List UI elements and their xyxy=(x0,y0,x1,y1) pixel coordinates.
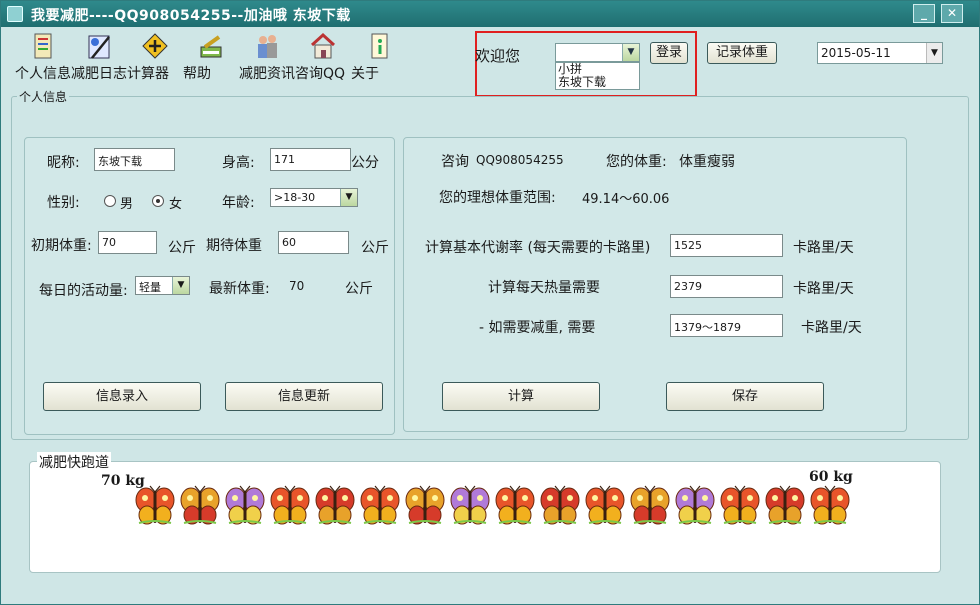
initial-weight-label: 初期体重: xyxy=(31,238,92,254)
enter-info-button[interactable]: 信息录入 xyxy=(43,382,201,411)
height-unit: 公分 xyxy=(351,155,379,171)
chevron-down-icon[interactable]: ▼ xyxy=(622,44,639,61)
login-button[interactable]: 登录 xyxy=(650,42,688,64)
latest-weight-unit: 公斤 xyxy=(345,281,373,297)
chevron-down-icon[interactable]: ▼ xyxy=(172,277,189,294)
target-weight-label: 期待体重 xyxy=(206,238,262,254)
save-button[interactable]: 保存 xyxy=(666,382,824,411)
record-weight-button[interactable]: 记录体重 xyxy=(707,42,777,64)
toolbar-diary[interactable]: 减肥日志 xyxy=(71,31,127,82)
latest-weight-value: 70 xyxy=(289,279,305,293)
user-select[interactable]: ▼ xyxy=(555,43,640,62)
track-title: 减肥快跑道 xyxy=(37,452,111,472)
butterfly-icon xyxy=(630,485,670,525)
target-weight-input[interactable]: 60 xyxy=(278,231,349,254)
butterfly-icon xyxy=(765,485,805,525)
consult-label: 咨询 xyxy=(441,154,469,170)
butterfly-icon xyxy=(495,485,535,525)
user-option[interactable]: 东坡下载 xyxy=(558,76,639,89)
height-input[interactable]: 171 xyxy=(270,148,351,171)
diary-icon xyxy=(88,35,110,59)
butterfly-icon xyxy=(810,485,850,525)
help-icon xyxy=(200,35,222,58)
butterfly-icon xyxy=(315,485,355,525)
calculator-icon xyxy=(142,33,168,59)
date-picker[interactable]: 2015-05-11 ▼ xyxy=(817,42,943,64)
butterfly-icon xyxy=(360,485,400,525)
about-icon xyxy=(371,33,388,59)
calculate-button[interactable]: 计算 xyxy=(442,382,600,411)
daily-need-label: 计算每天热量需要 xyxy=(488,280,600,296)
app-icon xyxy=(7,6,23,22)
house-icon xyxy=(310,32,336,59)
age-label: 年龄: xyxy=(222,195,255,211)
bmr-input[interactable]: 1525 xyxy=(670,234,783,257)
news-icon xyxy=(258,35,277,58)
main-window: 我要减肥----QQ908054255--加油哦 东坡下载 _ ✕ 个人信息 减… xyxy=(0,0,980,605)
gender-male-radio[interactable] xyxy=(104,195,116,207)
daily-need-unit: 卡路里/天 xyxy=(793,281,854,297)
bmr-unit: 卡路里/天 xyxy=(793,240,854,256)
toolbar-consult-qq[interactable]: 咨询QQ xyxy=(295,31,351,82)
close-button[interactable]: ✕ xyxy=(941,4,963,23)
bmr-label: 计算基本代谢率 (每天需要的卡路里) xyxy=(425,240,651,256)
toolbar-news[interactable]: 减肥资讯 xyxy=(239,31,295,82)
height-label: 身高: xyxy=(222,155,255,171)
butterfly-icon xyxy=(180,485,220,525)
butterfly-icon xyxy=(585,485,625,525)
personal-info-icon xyxy=(34,33,52,59)
lose-weight-label: - 如需要减重, 需要 xyxy=(479,320,596,336)
butterfly-icon xyxy=(135,485,175,525)
gender-label: 性别: xyxy=(47,195,80,211)
toolbar-personal-info[interactable]: 个人信息 xyxy=(15,31,71,82)
chevron-down-icon[interactable]: ▼ xyxy=(340,189,357,206)
butterfly-icon xyxy=(225,485,265,525)
update-info-button[interactable]: 信息更新 xyxy=(225,382,383,411)
butterfly-icon xyxy=(270,485,310,525)
gender-female-radio[interactable] xyxy=(152,195,164,207)
ideal-range-value: 49.14～60.06 xyxy=(582,192,670,207)
butterfly-icon xyxy=(540,485,580,525)
initial-weight-unit: 公斤 xyxy=(168,240,196,256)
gender-male-label: 男 xyxy=(120,197,134,212)
butterfly-icon xyxy=(450,485,490,525)
ideal-range-label: 您的理想体重范围: xyxy=(439,190,556,206)
latest-weight-label: 最新体重: xyxy=(209,281,270,297)
toolbar-calculator[interactable]: 计算器 xyxy=(127,31,183,82)
lose-weight-unit: 卡路里/天 xyxy=(801,320,862,336)
window-title: 我要减肥----QQ908054255--加油哦 东坡下载 xyxy=(31,8,351,24)
toolbar: 个人信息 减肥日志 计算器 帮助 减肥资讯 咨询QQ 关于 xyxy=(15,31,407,82)
butterfly-icon xyxy=(720,485,760,525)
lose-weight-input[interactable]: 1379～1879 xyxy=(670,314,783,337)
chevron-down-icon[interactable]: ▼ xyxy=(926,43,942,63)
target-weight-unit: 公斤 xyxy=(361,240,389,256)
daily-need-input[interactable]: 2379 xyxy=(670,275,783,298)
gender-female-label: 女 xyxy=(169,197,183,212)
minimize-button[interactable]: _ xyxy=(913,4,935,23)
welcome-label: 欢迎您 xyxy=(475,47,521,65)
title-bar: 我要减肥----QQ908054255--加油哦 东坡下载 _ ✕ xyxy=(1,1,979,27)
toolbar-help[interactable]: 帮助 xyxy=(183,31,239,82)
weight-status: 体重瘦弱 xyxy=(679,154,735,170)
activity-select[interactable]: 轻量 ▼ xyxy=(135,276,190,295)
your-weight-label: 您的体重: xyxy=(606,154,667,170)
age-select[interactable]: >18-30 ▼ xyxy=(270,188,358,207)
initial-weight-input[interactable]: 70 xyxy=(98,231,157,254)
nickname-label: 昵称: xyxy=(47,155,80,171)
activity-label: 每日的活动量: xyxy=(39,283,128,299)
group-title: 个人信息 xyxy=(17,88,70,105)
butterfly-icon xyxy=(405,485,445,525)
consult-qq: QQ908054255 xyxy=(476,153,564,167)
target-weight-label: 60 kg xyxy=(809,469,853,485)
user-dropdown-list: 小拼 东坡下载 xyxy=(555,62,640,90)
toolbar-about[interactable]: 关于 xyxy=(351,31,407,82)
butterfly-icon xyxy=(675,485,715,525)
nickname-input[interactable]: 东坡下载 xyxy=(94,148,175,171)
